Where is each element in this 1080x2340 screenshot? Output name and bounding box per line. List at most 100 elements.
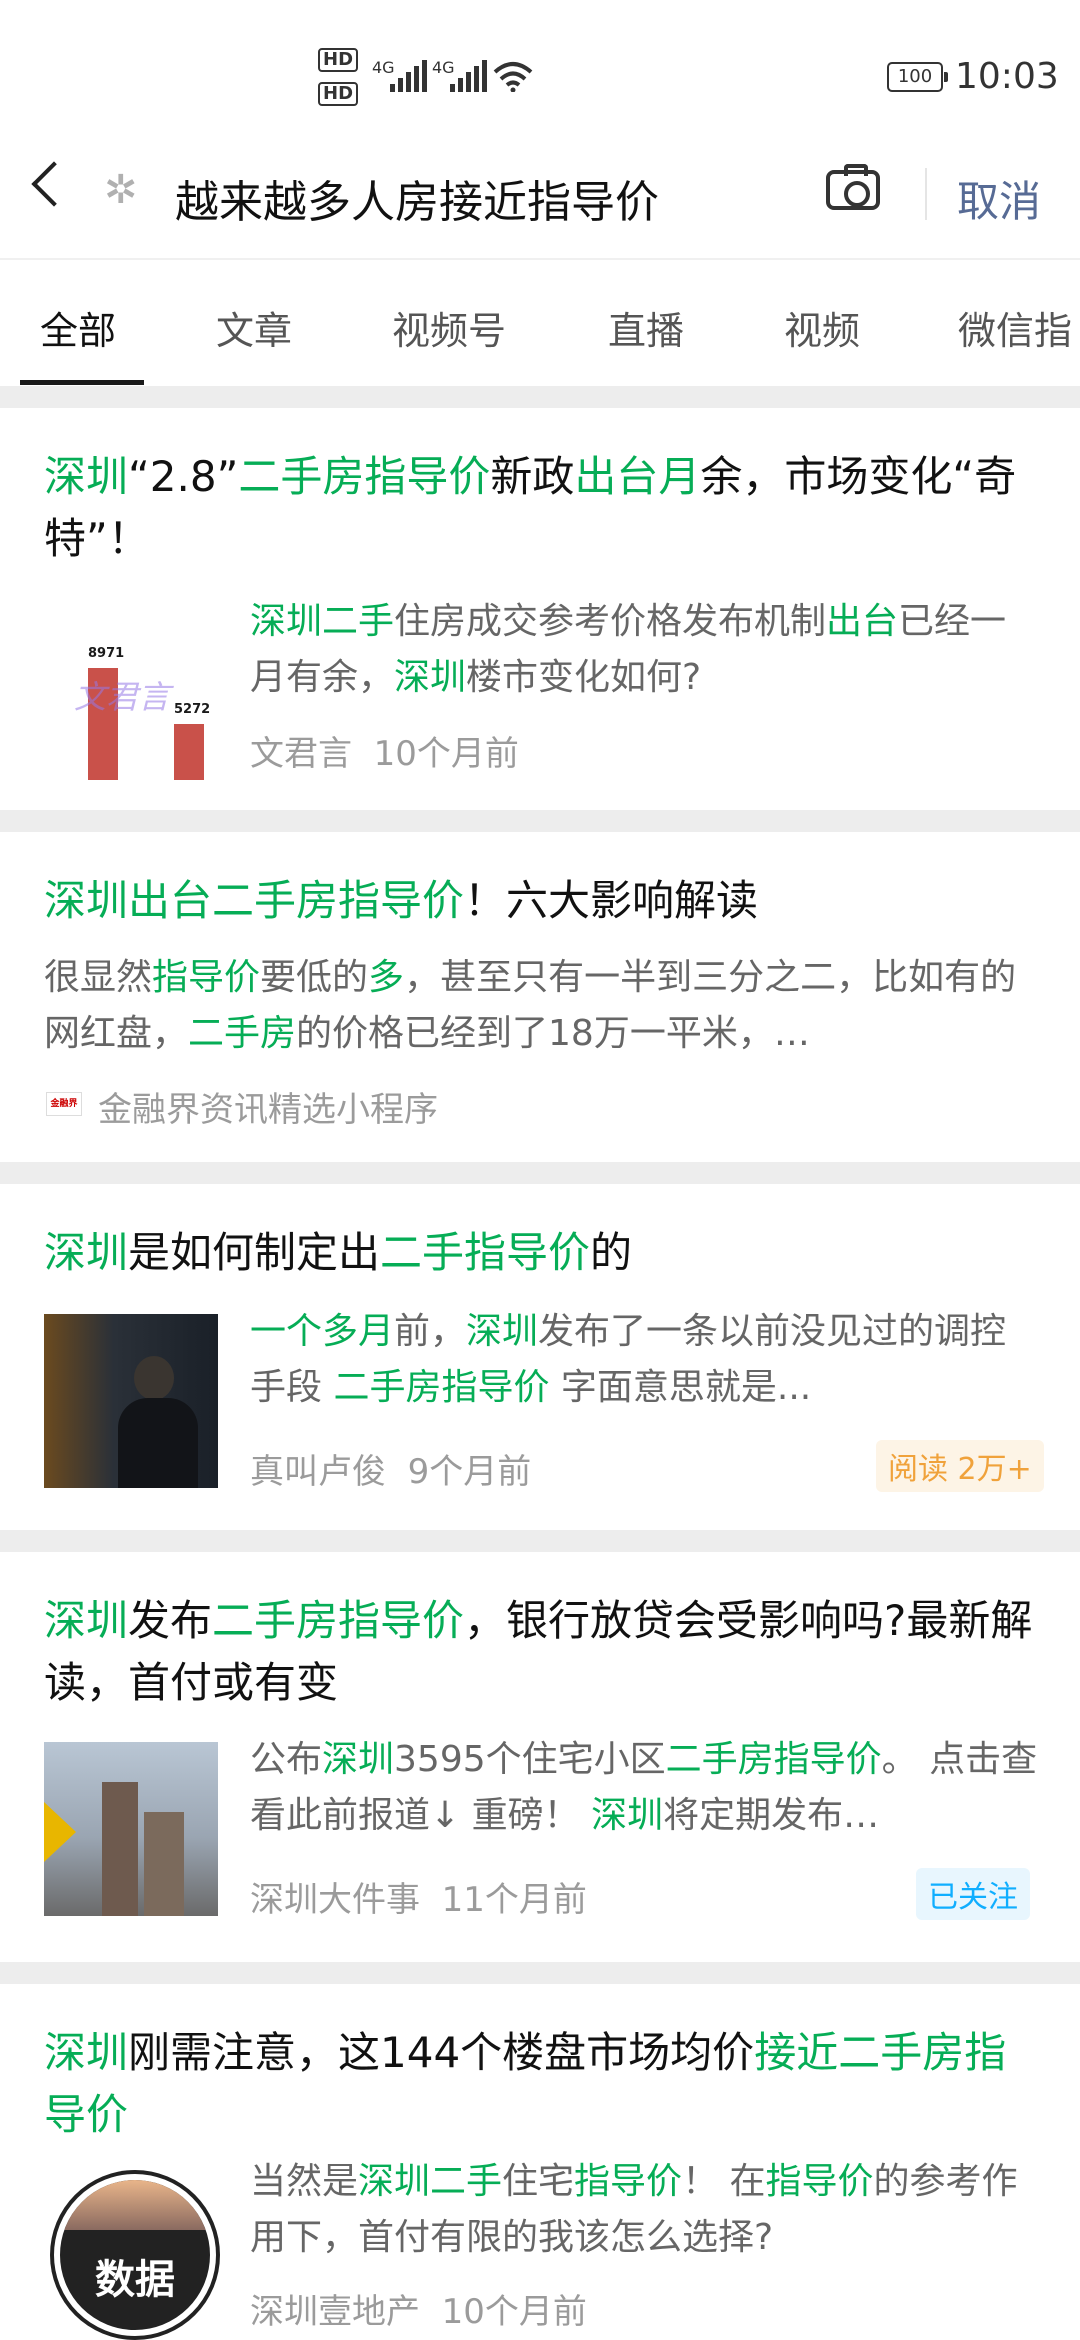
tab-live[interactable]: 直播 <box>608 300 684 355</box>
result-snippet: 深圳二手住房成交参考价格发布机制出台已经一月有余，深圳楼市变化如何? <box>250 594 1040 706</box>
chart-label-a: 8971 <box>88 646 125 661</box>
highlighted-keyword: 二手指导价 <box>380 1228 591 1277</box>
result-card-3[interactable]: 深圳是如何制定出二手指导价的 一个多月前，深圳发布了一条以前没见过的调控手段 二… <box>0 1184 1080 1530</box>
chart-label-b: 5272 <box>174 702 211 717</box>
text-segment: “2.8” <box>128 452 239 501</box>
result-card-2[interactable]: 深圳出台二手房指导价！六大影响解读 很显然指导价要低的多，甚至只有一半到三分之二… <box>0 832 1080 1162</box>
text-segment: 新政 <box>490 452 575 501</box>
publish-time: 11个月前 <box>441 1880 587 1920</box>
tab-articles[interactable]: 文章 <box>216 300 292 355</box>
result-title[interactable]: 深圳出台二手房指导价！六大影响解读 <box>44 870 1044 932</box>
result-title[interactable]: 深圳发布二手房指导价，银行放贷会受影响吗?最新解读，首付或有变 <box>44 1590 1044 1714</box>
highlighted-keyword: 深圳 <box>322 1739 395 1780</box>
highlighted-keyword: 深圳出台二手房指导价 <box>44 876 465 925</box>
section-divider <box>0 1962 1080 1984</box>
highlighted-keyword: 深圳 <box>44 452 129 501</box>
followed-badge[interactable]: 已关注 <box>916 1868 1030 1920</box>
battery-icon: 100 <box>887 62 948 92</box>
highlighted-keyword: 二手房指导价 <box>665 1739 882 1780</box>
highlighted-keyword: 指导价 <box>765 2161 874 2202</box>
publish-time: 9个月前 <box>407 1452 532 1492</box>
result-source: 文君言 10个月前 <box>250 726 519 775</box>
back-arrow-icon[interactable] <box>31 161 77 207</box>
active-tab-indicator <box>20 380 144 385</box>
highlighted-keyword: 深圳 <box>44 1596 129 1645</box>
tab-all[interactable]: 全部 <box>40 300 116 355</box>
text-segment: 要低的 <box>260 957 369 998</box>
signal-icon-2 <box>450 60 487 92</box>
highlighted-keyword: 指导价 <box>152 957 261 998</box>
highlighted-keyword: 深圳 <box>591 1795 664 1836</box>
highlighted-keyword: 二手房指导价 <box>238 452 491 501</box>
status-time: 10:03 <box>955 56 1059 97</box>
text-segment: ！六大影响解读 <box>464 876 759 925</box>
section-divider <box>0 1162 1080 1184</box>
highlighted-keyword: 二手房 <box>188 1013 297 1054</box>
tab-wechat-index[interactable]: 微信指 <box>958 300 1072 355</box>
result-snippet: 当然是深圳二手住宅指导价！ 在指导价的参考作用下，首付有限的我该怎么选择? <box>250 2154 1040 2266</box>
divider <box>925 168 927 220</box>
result-thumbnail <box>44 1742 218 1916</box>
result-card-1[interactable]: 深圳“2.8”二手房指导价新政出台月余，市场变化“奇特”！ 8971 5272 … <box>0 408 1080 810</box>
text-segment: 公布 <box>250 1739 323 1780</box>
hd-voice-icon-1: HD <box>318 48 359 72</box>
highlighted-keyword: 深圳 <box>394 657 467 698</box>
divider <box>0 258 1080 260</box>
section-divider <box>0 1530 1080 1552</box>
highlighted-keyword: 出台 <box>826 601 899 642</box>
watermark-logo: 文君言 <box>74 678 171 716</box>
text-segment: 的 <box>590 1228 633 1277</box>
result-title[interactable]: 深圳是如何制定出二手指导价的 <box>44 1222 1044 1284</box>
source-logo: 金融界 <box>46 1092 82 1116</box>
text-segment: 刚需注意，这144个楼盘市场均价 <box>128 2028 755 2077</box>
search-sparkle-icon: ✲ <box>104 167 138 213</box>
result-source: 深圳大件事 11个月前 <box>250 1872 587 1921</box>
highlighted-keyword: 深圳 <box>466 1311 539 1352</box>
result-title[interactable]: 深圳“2.8”二手房指导价新政出台月余，市场变化“奇特”！ <box>44 446 1044 570</box>
result-thumbnail: 8971 5272 文君言 <box>44 628 218 802</box>
result-thumbnail: 数据 <box>54 2174 216 2336</box>
thumbnail-text: 数据 <box>95 2257 175 2303</box>
result-card-4[interactable]: 深圳发布二手房指导价，银行放贷会受影响吗?最新解读，首付或有变 公布深圳3595… <box>0 1552 1080 1962</box>
signal-icon-1 <box>390 60 427 92</box>
highlighted-keyword: 深圳二手 <box>250 601 395 642</box>
result-snippet: 公布深圳3595个住宅小区二手房指导价。 点击查看此前报道↓ 重磅！ 深圳将定期… <box>250 1732 1040 1844</box>
result-source: 深圳壹地产 10个月前 <box>250 2284 587 2333</box>
result-source[interactable]: 金融界资讯精选小程序 <box>98 1082 438 1131</box>
text-segment: 楼市变化如何? <box>466 657 702 698</box>
text-segment: 发布 <box>128 1596 213 1645</box>
text-segment: ！ 在 <box>682 2161 766 2202</box>
result-title[interactable]: 深圳刚需注意，这144个楼盘市场均价接近二手房指导价 <box>44 2022 1044 2146</box>
search-input[interactable]: 越来越多人房接近指导价 <box>175 166 659 230</box>
wifi-icon <box>493 62 533 92</box>
section-divider <box>0 386 1080 408</box>
publish-time: 10个月前 <box>441 2292 587 2332</box>
cancel-button[interactable]: 取消 <box>957 168 1041 229</box>
text-segment: 很显然 <box>44 957 153 998</box>
text-segment: 3595个住宅小区 <box>394 1739 666 1780</box>
highlighted-keyword: 一个多月 <box>250 1311 395 1352</box>
highlighted-keyword: 出台月 <box>574 452 701 501</box>
text-segment: 住宅 <box>502 2161 575 2202</box>
read-count-badge: 阅读 2万+ <box>876 1440 1044 1492</box>
highlighted-keyword: 二手房指导价 <box>212 1596 465 1645</box>
text-segment: 将定期发布… <box>663 1795 880 1836</box>
tab-channels[interactable]: 视频号 <box>392 300 506 355</box>
text-segment: 前， <box>394 1311 467 1352</box>
highlighted-keyword: 深圳二手 <box>358 2161 503 2202</box>
highlighted-keyword: 深圳 <box>44 2028 129 2077</box>
source-name: 真叫卢俊 <box>250 1452 386 1492</box>
text-segment: 当然是 <box>250 2161 359 2202</box>
highlighted-keyword: 二手房指导价 <box>333 1367 550 1408</box>
result-source: 真叫卢俊 9个月前 <box>250 1444 531 1493</box>
highlighted-keyword: 多 <box>368 957 405 998</box>
text-segment: 是如何制定出 <box>128 1228 381 1277</box>
source-name: 深圳大件事 <box>250 1880 420 1920</box>
text-segment: 字面意思就是... <box>549 1367 812 1408</box>
result-snippet: 一个多月前，深圳发布了一条以前没见过的调控手段 二手房指导价 字面意思就是... <box>250 1304 1040 1416</box>
result-card-5[interactable]: 深圳刚需注意，这144个楼盘市场均价接近二手房指导价 数据 当然是深圳二手住宅 指… <box>0 1984 1080 2340</box>
camera-icon[interactable] <box>826 164 880 210</box>
section-divider <box>0 810 1080 832</box>
tab-videos[interactable]: 视频 <box>784 300 860 355</box>
highlighted-keyword: 深圳 <box>44 1228 129 1277</box>
